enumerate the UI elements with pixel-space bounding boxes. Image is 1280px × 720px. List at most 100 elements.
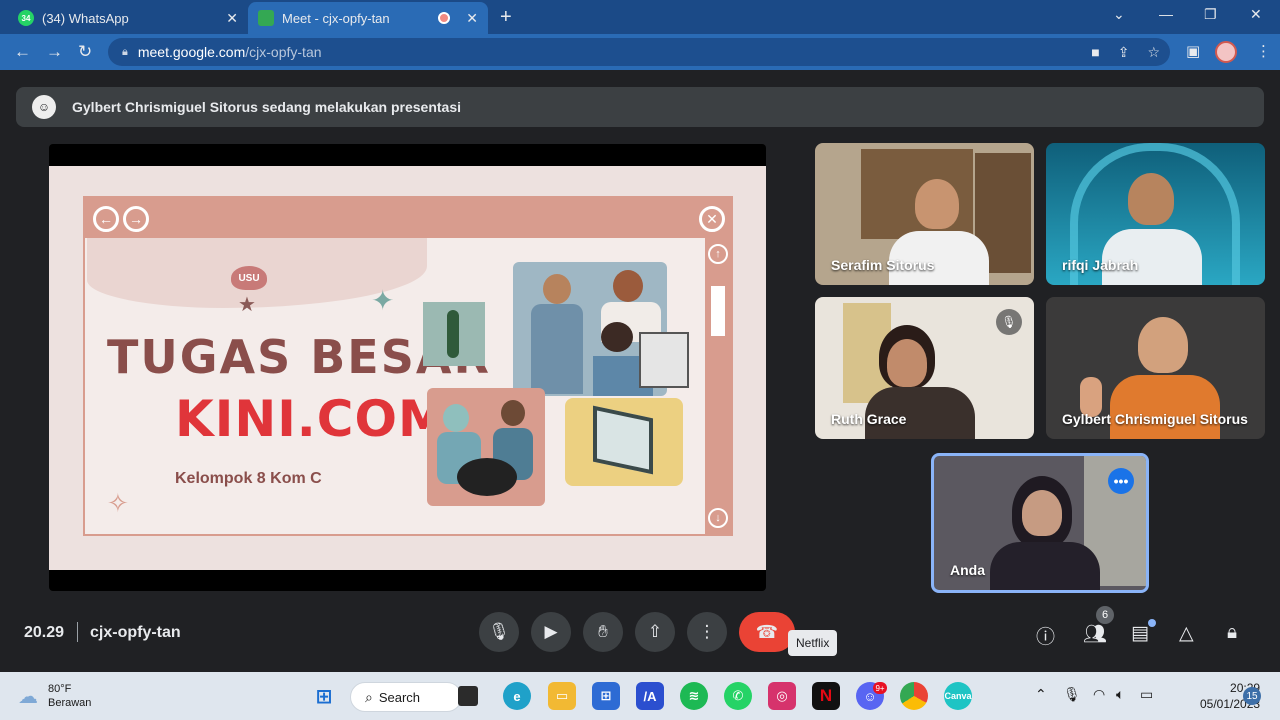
reload-icon[interactable]: ↻: [78, 42, 92, 62]
spotify-icon[interactable]: ≋: [680, 682, 708, 710]
more-options-button[interactable]: ⋮: [687, 612, 727, 652]
presentation-slide[interactable]: ← → ✕ ↑ ↓ USU ★ TUGAS BESAR KINI.COM Kel…: [49, 166, 766, 570]
restore-icon[interactable]: ❐: [1204, 6, 1217, 23]
arrow-right-icon: →: [123, 206, 149, 232]
url-path: /cjx-opfy-tan: [245, 44, 322, 60]
chevron-up-icon[interactable]: ⌃: [1035, 686, 1047, 703]
url-field[interactable]: 🔒︎ meet.google.com/cjx-opfy-tan ■ ⇪ ☆: [108, 38, 1170, 66]
weather-widget[interactable]: ☁ 80°F Berawan: [18, 682, 91, 710]
weather-description: Berawan: [48, 697, 92, 709]
canva-icon[interactable]: Canva: [944, 682, 972, 710]
whatsapp-icon[interactable]: ✆: [724, 682, 752, 710]
person-face: [887, 339, 927, 387]
file-explorer-icon[interactable]: ▭: [548, 682, 576, 710]
participant-tile[interactable]: 🎙︎ Ruth Grace: [815, 297, 1034, 439]
arrow-up-icon: ↑: [708, 244, 728, 264]
taskbar: ☁ 80°F Berawan ⊞ ⌕ Search e ▭ ⊞ /A ≋ ✆ ◎…: [0, 672, 1280, 720]
mic-off-icon: 🎙︎: [996, 309, 1022, 335]
presenting-banner: ☺ Gylbert Chrismiguel Sitorus sedang mel…: [16, 87, 1264, 127]
present-screen-button[interactable]: ⇧: [635, 612, 675, 652]
address-bar-row: ← → ↻ 🔒︎ meet.google.com/cjx-opfy-tan ■ …: [0, 34, 1280, 70]
more-options-icon[interactable]: •••: [1108, 468, 1134, 494]
microphone-button[interactable]: 🎙︎: [479, 612, 519, 652]
tab-whatsapp[interactable]: 34 (34) WhatsApp ✕: [8, 2, 248, 34]
lock-icon: 🔒︎: [122, 45, 128, 58]
minimize-icon[interactable]: —: [1159, 6, 1173, 22]
edge-icon[interactable]: e: [503, 682, 531, 710]
forward-icon[interactable]: →: [46, 42, 63, 62]
participant-name: Ruth Grace: [831, 411, 907, 427]
participant-name: rifqi Jabrah: [1062, 257, 1139, 273]
whatsapp-icon: 34: [18, 10, 34, 26]
person-face: [1128, 173, 1174, 225]
self-view-tile[interactable]: ••• Anda: [931, 453, 1149, 593]
chrome-icon[interactable]: [900, 682, 928, 710]
volume-icon[interactable]: 🔈︎: [1116, 686, 1124, 703]
presenter-avatar: ☺: [32, 95, 56, 119]
info-icon[interactable]: ⓘ: [1036, 622, 1055, 649]
participant-tile[interactable]: Serafim Sitorus: [815, 143, 1034, 285]
search-box[interactable]: ⌕ Search: [350, 682, 462, 712]
camera-button[interactable]: ▶︎: [531, 612, 571, 652]
raise-hand-button[interactable]: ✋︎: [583, 612, 623, 652]
bookmark-star-icon[interactable]: ☆: [1147, 44, 1160, 61]
cloud-icon: ☁: [18, 685, 38, 708]
windows-start-icon[interactable]: ⊞: [310, 682, 338, 710]
host-controls-icon[interactable]: 🔒︎: [1227, 622, 1237, 644]
sparkle-icon: ✧: [107, 488, 129, 518]
leave-call-button[interactable]: ☎︎: [739, 612, 795, 652]
person-body: [990, 542, 1100, 590]
search-label: Search: [378, 689, 421, 705]
slide-frame: ← → ✕ ↑ ↓ USU ★ TUGAS BESAR KINI.COM Kel…: [83, 196, 733, 536]
activities-icon[interactable]: △: [1179, 622, 1194, 645]
notification-badge[interactable]: 15: [1243, 687, 1261, 705]
url-domain: meet.google.com: [137, 44, 246, 60]
participant-tile[interactable]: rifqi Jabrah: [1046, 143, 1265, 285]
scroll-thumb: [711, 286, 725, 336]
window-close-icon[interactable]: ✕: [1250, 6, 1262, 23]
recording-icon: [438, 12, 451, 24]
browser-tab-bar: 34 (34) WhatsApp ✕ Meet - cjx-opfy-tan ✕…: [0, 0, 1280, 34]
participant-name: Serafim Sitorus: [831, 257, 935, 273]
tab-search-icon[interactable]: ⌄: [1113, 6, 1125, 23]
person-face: [1138, 317, 1188, 373]
close-icon[interactable]: ✕: [466, 10, 478, 27]
camera-icon[interactable]: ■: [1091, 44, 1099, 61]
meet-icon: [258, 10, 274, 26]
battery-icon[interactable]: ▭: [1140, 686, 1153, 703]
discord-badge: 9+: [873, 682, 887, 694]
person-face: [915, 179, 959, 229]
people-icon[interactable]: 👥︎: [1083, 622, 1107, 646]
new-tab-button[interactable]: +: [500, 6, 512, 29]
close-icon[interactable]: ✕: [226, 10, 238, 27]
slide-subtitle: Kelompok 8 Kom C: [175, 470, 322, 487]
participant-tile[interactable]: Gylbert Chrismiguel Sitorus: [1046, 297, 1265, 439]
meeting-time: 20.29: [24, 624, 65, 641]
netflix-icon[interactable]: N: [812, 682, 840, 710]
arrow-left-icon: ←: [93, 206, 119, 232]
meet-control-bar: 20.29 cjx-opfy-tan 🎙︎ ▶︎ ✋︎ ⇧ ⋮ ☎︎ Netfl…: [0, 600, 1280, 672]
computer-illustration: [565, 398, 683, 486]
usu-logo: USU: [231, 266, 267, 290]
tab-title: (34) WhatsApp: [42, 10, 129, 26]
person-body: [1110, 375, 1220, 439]
close-icon: ✕: [699, 206, 725, 232]
menu-icon[interactable]: ⋮: [1256, 42, 1271, 60]
instagram-icon[interactable]: ◎: [768, 682, 796, 710]
divider: [77, 622, 78, 642]
back-icon[interactable]: ←: [14, 42, 31, 62]
slide-frame-header: ← → ✕: [85, 198, 731, 238]
tab-meet[interactable]: Meet - cjx-opfy-tan ✕: [248, 2, 488, 34]
task-view-icon[interactable]: [458, 686, 478, 706]
side-panel-icon[interactable]: ▣: [1186, 42, 1200, 60]
wifi-icon[interactable]: ◠: [1093, 686, 1105, 703]
microphone-illustration: [423, 302, 485, 366]
app-icon[interactable]: /A: [636, 682, 664, 710]
microsoft-store-icon[interactable]: ⊞: [592, 682, 620, 710]
chat-icon[interactable]: ▤: [1131, 622, 1149, 645]
share-icon[interactable]: ⇪: [1118, 44, 1130, 61]
tooltip: Netflix: [788, 630, 838, 656]
profile-avatar[interactable]: [1215, 41, 1237, 63]
monitor-illustration: [639, 332, 689, 388]
microphone-icon[interactable]: 🎙︎: [1063, 686, 1081, 703]
